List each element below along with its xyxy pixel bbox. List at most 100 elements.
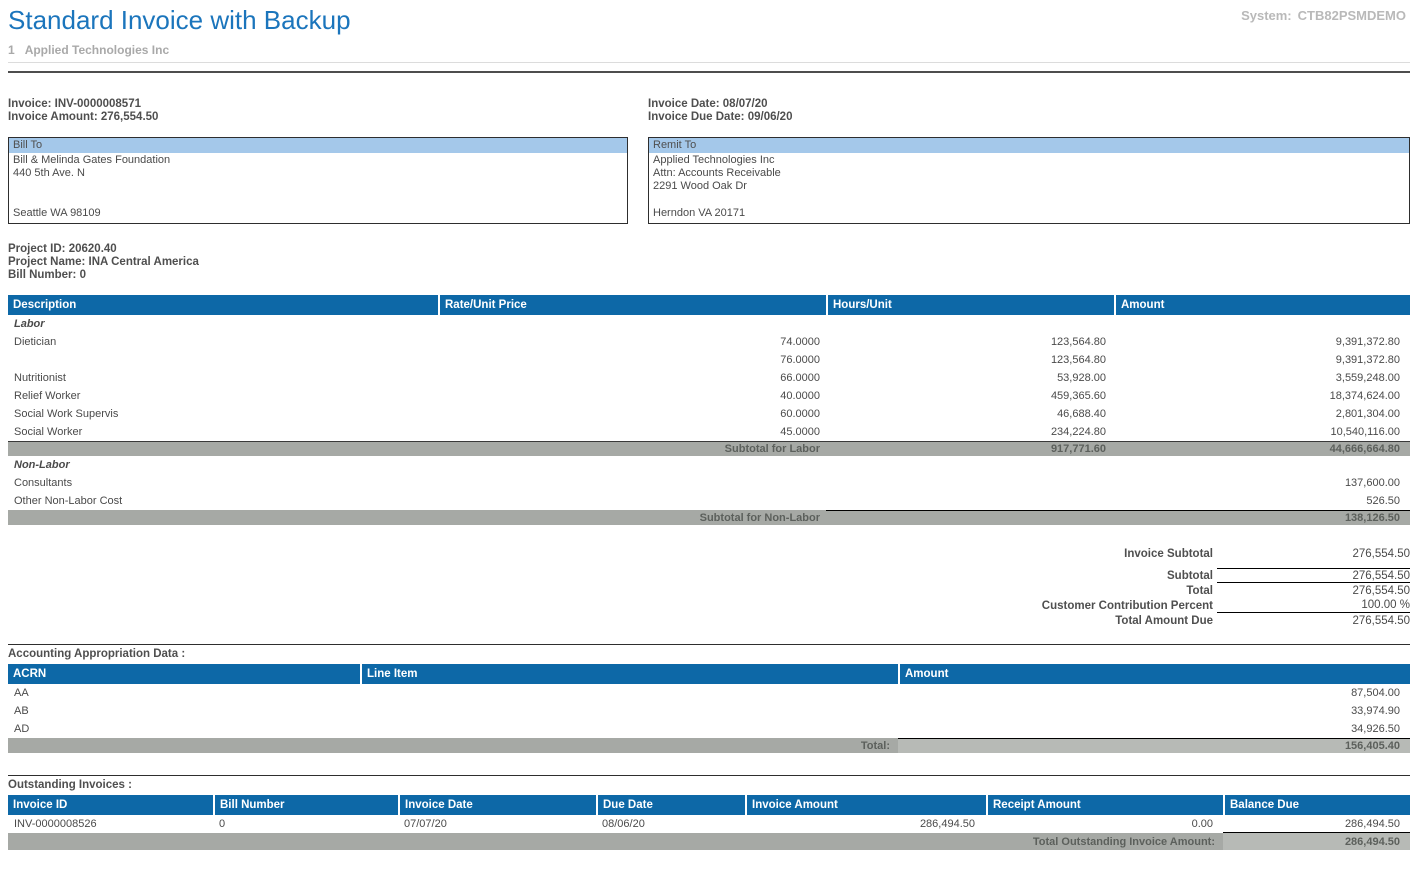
- accounting-section-divider: [8, 644, 1410, 645]
- subtotal-labor-label: Subtotal for Labor: [8, 442, 826, 456]
- outstanding-invoices-table: Invoice ID Bill Number Invoice Date Due …: [8, 795, 1410, 850]
- invoice-due-date: 09/06/20: [748, 111, 793, 123]
- bill-to-line: [13, 194, 623, 207]
- subtotal-non-labor-row: Subtotal for Non-Labor 138,126.50: [8, 510, 1410, 525]
- accounting-table: ACRN Line Item Amount AA 87,504.00 AB 33…: [8, 664, 1410, 753]
- line-amount: 9,391,372.80: [1114, 354, 1410, 366]
- remit-to-line: Applied Technologies Inc: [653, 154, 1405, 167]
- table-row: 76.0000 123,564.80 9,391,372.80: [8, 351, 1410, 369]
- line-description: Relief Worker: [8, 390, 438, 402]
- accounting-header-row: ACRN Line Item Amount: [8, 664, 1410, 684]
- outstanding-balance-due: 286,494.50: [1223, 815, 1410, 833]
- line-rate: 60.0000: [438, 408, 826, 420]
- table-row: AB 33,974.90: [8, 702, 1410, 720]
- company-number: 1: [8, 43, 15, 57]
- contribution-percent-label: Customer Contribution Percent: [1042, 600, 1217, 612]
- invoice-subtotal-row: Invoice Subtotal 276,554.50: [8, 546, 1410, 561]
- line-description: Consultants: [8, 477, 438, 489]
- col-header-balance-due: Balance Due: [1223, 795, 1410, 815]
- bill-number-line: Bill Number: 0: [8, 269, 1410, 282]
- project-name-line: Project Name: INA Central America: [8, 256, 1410, 269]
- report-header: Standard Invoice with Backup System:CTB8…: [8, 0, 1410, 73]
- col-header-rate: Rate/Unit Price: [438, 295, 826, 315]
- col-header-acrn: ACRN: [8, 664, 360, 684]
- accounting-total-row: Total: 156,405.40: [8, 738, 1410, 753]
- line-rate: 76.0000: [438, 354, 826, 366]
- outstanding-invoice-id: INV-0000008526: [8, 818, 213, 830]
- col-header-acct-amount: Amount: [898, 664, 1410, 684]
- outstanding-section-divider: [8, 775, 1410, 776]
- acct-amount-value: 87,504.00: [898, 687, 1410, 699]
- company-subtitle: 1 Applied Technologies Inc: [8, 43, 1410, 63]
- accounting-total-amount: 156,405.40: [898, 738, 1410, 753]
- invoice-number: INV-0000008571: [55, 98, 141, 110]
- outstanding-due-date: 08/06/20: [596, 818, 745, 830]
- subtotal-labor-row: Subtotal for Labor 917,771.60 44,666,664…: [8, 441, 1410, 456]
- table-row: Relief Worker 40.0000 459,365.60 18,374,…: [8, 387, 1410, 405]
- invoice-subtotal-label: Invoice Subtotal: [1124, 548, 1217, 560]
- acrn-value: AD: [8, 723, 360, 735]
- line-rate: 66.0000: [438, 372, 826, 384]
- outstanding-total-row: Total Outstanding Invoice Amount: 286,49…: [8, 833, 1410, 850]
- acct-amount-value: 33,974.90: [898, 705, 1410, 717]
- remit-to-line: 2291 Wood Oak Dr: [653, 180, 1405, 193]
- line-amount: 137,600.00: [1114, 477, 1410, 489]
- table-row: Social Worker 45.0000 234,224.80 10,540,…: [8, 423, 1410, 441]
- page-title: Standard Invoice with Backup: [8, 5, 1410, 36]
- line-items-table: Description Rate/Unit Price Hours/Unit A…: [8, 295, 1410, 525]
- invoice-subtotal-value: 276,554.50: [1217, 546, 1410, 561]
- bill-to-box: Bill To Bill & Melinda Gates Foundation …: [8, 137, 628, 224]
- accounting-section-title: Accounting Appropriation Data :: [8, 648, 1410, 660]
- table-row: AD 34,926.50: [8, 720, 1410, 738]
- line-hours: 123,564.80: [826, 336, 1114, 348]
- subtotal-value: 276,554.50: [1217, 568, 1410, 583]
- remit-to-line: [653, 194, 1405, 207]
- remit-to-box: Remit To Applied Technologies Inc Attn: …: [648, 137, 1410, 224]
- line-amount: 10,540,116.00: [1114, 426, 1410, 438]
- col-header-invoice-amount: Invoice Amount: [745, 795, 986, 815]
- bill-to-address: Bill & Melinda Gates Foundation 440 5th …: [9, 153, 627, 221]
- col-header-invoice-id: Invoice ID: [8, 795, 213, 815]
- outstanding-receipt-amount: 0.00: [986, 818, 1223, 830]
- outstanding-section-title: Outstanding Invoices :: [8, 779, 1410, 791]
- col-header-amount: Amount: [1114, 295, 1410, 315]
- col-header-receipt-amount: Receipt Amount: [986, 795, 1223, 815]
- total-value: 276,554.50: [1217, 583, 1410, 598]
- header-divider: [8, 71, 1410, 73]
- acrn-value: AB: [8, 705, 360, 717]
- line-description: Other Non-Labor Cost: [8, 495, 438, 507]
- col-header-due-date: Due Date: [596, 795, 745, 815]
- total-label: Total: [1186, 585, 1217, 597]
- meta-right: Invoice Date: 08/07/20 Invoice Due Date:…: [648, 98, 792, 124]
- totals-summary: Invoice Subtotal 276,554.50 Subtotal 276…: [8, 546, 1410, 628]
- company-name: Applied Technologies Inc: [25, 43, 169, 57]
- invoice-report-page: Standard Invoice with Backup System:CTB8…: [0, 0, 1418, 850]
- col-header-line-item: Line Item: [360, 664, 898, 684]
- table-row: Social Work Supervis 60.0000 46,688.40 2…: [8, 405, 1410, 423]
- line-amount: 2,801,304.00: [1114, 408, 1410, 420]
- total-amount-due-value: 276,554.50: [1217, 613, 1410, 628]
- subtotal-label: Subtotal: [1167, 570, 1217, 582]
- remit-to-line: Herndon VA 20171: [653, 207, 1405, 220]
- bill-to-header: Bill To: [9, 138, 627, 153]
- invoice-amount: 276,554.50: [101, 111, 159, 123]
- invoice-date-line: Invoice Date: 08/07/20: [648, 98, 792, 111]
- subtotal-labor-amount: 44,666,664.80: [1114, 443, 1410, 455]
- project-info: Project ID: 20620.40 Project Name: INA C…: [8, 243, 1410, 281]
- table-row: Dietician 74.0000 123,564.80 9,391,372.8…: [8, 333, 1410, 351]
- line-hours: 123,564.80: [826, 354, 1114, 366]
- bill-to-line: Bill & Melinda Gates Foundation: [13, 154, 623, 167]
- bill-to-line: Seattle WA 98109: [13, 207, 623, 220]
- col-header-description: Description: [8, 295, 438, 315]
- line-description: Social Work Supervis: [8, 408, 438, 420]
- totals-spacer: [8, 561, 1410, 568]
- line-amount: 526.50: [1114, 495, 1410, 507]
- total-amount-due-row: Total Amount Due 276,554.50: [8, 613, 1410, 628]
- table-row: Consultants 137,600.00: [8, 474, 1410, 492]
- line-description: Social Worker: [8, 426, 438, 438]
- outstanding-invoice-date: 07/07/20: [398, 818, 596, 830]
- outstanding-total-label: Total Outstanding Invoice Amount:: [8, 833, 1223, 850]
- system-indicator: System:CTB82PSMDEMO: [1241, 8, 1406, 23]
- line-description: Nutritionist: [8, 372, 438, 384]
- outstanding-invoice-amount: 286,494.50: [745, 818, 986, 830]
